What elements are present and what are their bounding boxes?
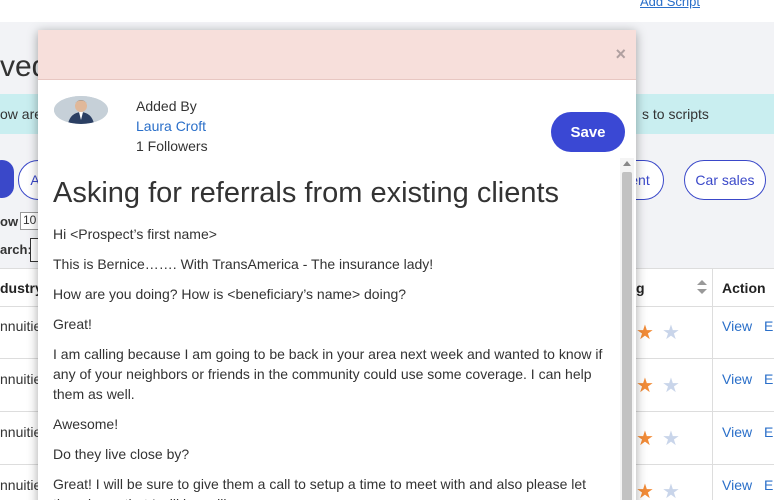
filter-pill-label: Car sales xyxy=(695,172,755,188)
banner-text-left: ow are xyxy=(0,106,43,122)
column-header-rating[interactable]: g xyxy=(636,280,645,296)
edit-link[interactable]: E xyxy=(764,424,773,440)
star-filled-icon: ★ xyxy=(636,428,654,450)
column-header-action: Action xyxy=(722,280,766,296)
filter-pill-active[interactable] xyxy=(0,160,14,198)
table-cell-industry: nnuitie xyxy=(0,318,42,334)
author-link[interactable]: Laura Croft xyxy=(136,118,206,134)
script-paragraph: Great! xyxy=(53,316,92,332)
star-empty-icon: ★ xyxy=(662,481,680,500)
star-filled-icon: ★ xyxy=(636,481,654,500)
scroll-thumb[interactable] xyxy=(622,172,632,500)
avatar xyxy=(54,96,108,124)
banner-text-right: s to scripts xyxy=(642,106,709,122)
view-link[interactable]: View xyxy=(722,318,752,334)
edit-link[interactable]: E xyxy=(764,371,773,387)
star-empty-icon: ★ xyxy=(662,428,680,450)
script-paragraph: Awesome! xyxy=(53,416,119,432)
close-icon[interactable]: × xyxy=(615,44,626,65)
show-entries-label: ow xyxy=(0,214,19,229)
table-cell-industry: nnuitie xyxy=(0,371,42,387)
column-header-industry[interactable]: dustry xyxy=(0,280,43,296)
script-modal: × Added By Laura Croft 1 Followers Save … xyxy=(38,30,636,500)
script-paragraph: Great! I will be sure to give them a cal… xyxy=(53,476,587,500)
column-divider xyxy=(712,268,713,500)
view-link[interactable]: View xyxy=(722,371,752,387)
star-empty-icon: ★ xyxy=(662,322,680,344)
filter-pill-car-sales[interactable]: Car sales xyxy=(684,160,766,200)
edit-link[interactable]: E xyxy=(764,318,773,334)
search-label: arch: xyxy=(0,242,32,257)
view-link[interactable]: View xyxy=(722,424,752,440)
sort-icon[interactable] xyxy=(697,280,707,294)
script-paragraph: I am calling because I am going to be ba… xyxy=(53,346,603,402)
content-scrollbar[interactable] xyxy=(620,158,634,500)
script-content: Asking for referrals from existing clien… xyxy=(53,165,619,500)
star-filled-icon: ★ xyxy=(636,375,654,397)
add-script-link[interactable]: Add Script xyxy=(640,0,700,9)
table-cell-industry: nnuitie xyxy=(0,477,42,493)
scroll-up-icon[interactable] xyxy=(623,161,631,166)
modal-header: × xyxy=(38,30,636,80)
script-paragraph: Hi <Prospect’s first name> xyxy=(53,226,217,242)
script-title: Asking for referrals from existing clien… xyxy=(53,177,560,209)
show-entries-select[interactable]: 10 xyxy=(20,212,40,230)
view-link[interactable]: View xyxy=(722,477,752,493)
script-paragraph: Do they live close by? xyxy=(53,446,190,462)
user-avatar-icon xyxy=(54,96,108,124)
edit-link[interactable]: E xyxy=(764,477,773,493)
script-paragraph: This is Bernice……. With TransAmerica - T… xyxy=(53,256,434,272)
script-paragraph: How are you doing? How is <beneficiary’s… xyxy=(53,286,407,302)
added-by-label: Added By xyxy=(136,98,197,114)
followers-count: 1 Followers xyxy=(136,138,208,154)
save-button[interactable]: Save xyxy=(551,112,625,152)
table-cell-industry: nnuitie xyxy=(0,424,42,440)
star-empty-icon: ★ xyxy=(662,375,680,397)
star-filled-icon: ★ xyxy=(636,322,654,344)
